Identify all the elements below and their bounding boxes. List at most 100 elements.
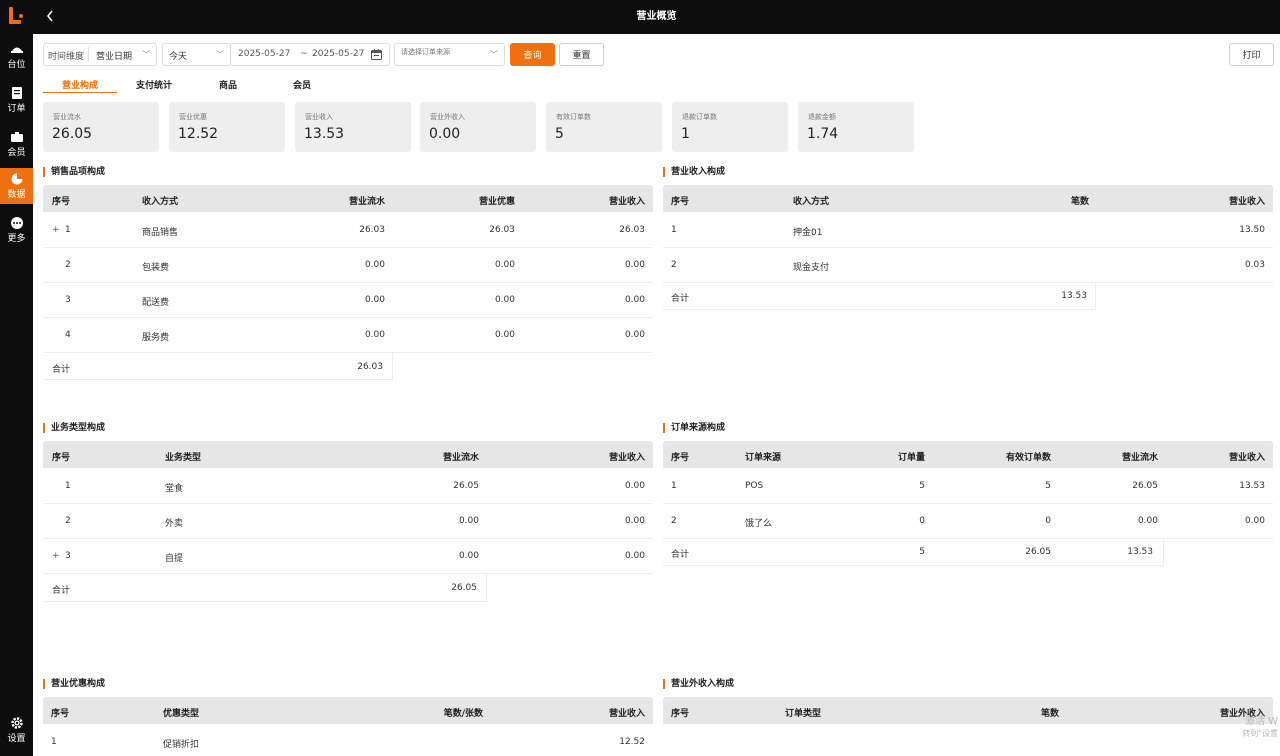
table-cell: 0 xyxy=(919,516,925,526)
column-header: 订单量 xyxy=(897,453,925,463)
sidebar-item-label: 更多 xyxy=(7,233,26,244)
kpi-value: 1.74 xyxy=(807,126,839,142)
calendar-icon xyxy=(371,49,382,63)
table-cell: 0.00 xyxy=(494,330,515,340)
column-header: 营业收入 xyxy=(1228,197,1265,207)
section-title-sales: 销售品项构成 xyxy=(43,167,105,177)
tab-business-composition[interactable]: 营业构成 xyxy=(43,78,117,93)
table-cell: 0.00 xyxy=(624,551,645,561)
date-range-picker[interactable]: 2025-05-27 ~ 2025-05-27 xyxy=(230,43,390,66)
total-value: 26.05 xyxy=(451,583,477,593)
row-divider xyxy=(43,352,653,353)
kpi-value: 13.53 xyxy=(304,126,345,142)
table-cell: 0.00 xyxy=(364,330,385,340)
sidebar-item-label: 设置 xyxy=(7,733,26,744)
reset-button[interactable]: 重置 xyxy=(559,43,604,66)
table-cell: 0.00 xyxy=(494,260,515,270)
table-cell: 5 xyxy=(1045,481,1051,491)
row-divider xyxy=(663,503,1273,504)
row-divider xyxy=(43,601,487,602)
table-cell: 26.03 xyxy=(619,225,645,235)
column-header: 笔数/张数 xyxy=(443,709,483,719)
cell-border xyxy=(392,353,393,380)
column-header: 笔数 xyxy=(1040,709,1059,719)
column-header: 营业收入 xyxy=(608,197,645,207)
date-end: 2025-05-27 xyxy=(312,49,365,59)
column-header: 营业流水 xyxy=(1121,453,1158,463)
column-header: 序号 xyxy=(52,453,71,463)
kpi-card: 营业外收入 0.00 xyxy=(420,102,536,152)
query-button[interactable]: 查询 xyxy=(510,43,555,66)
tab-payment-stats[interactable]: 支付统计 xyxy=(124,78,184,93)
kpi-value: 1 xyxy=(681,126,690,142)
sidebar-item-member[interactable]: 会员 xyxy=(0,126,33,162)
sidebar-item-data[interactable]: 数据 xyxy=(0,168,33,204)
table-cell: 0.00 xyxy=(494,295,515,305)
table-cell: 1 xyxy=(671,481,677,491)
table-cell: 1 xyxy=(51,737,57,747)
column-header: 营业流水 xyxy=(442,453,479,463)
table-header xyxy=(43,697,653,724)
table-cell: 0.00 xyxy=(624,260,645,270)
activation-watermark: 激活 W 转到"设置 xyxy=(1242,716,1278,740)
column-header: 序号 xyxy=(51,709,70,719)
column-header: 业务类型 xyxy=(165,453,202,463)
kpi-label: 营业流水 xyxy=(53,113,81,121)
table-icon xyxy=(10,43,23,55)
table-cell: 26.03 xyxy=(359,225,385,235)
brand-logo xyxy=(9,7,23,24)
table-cell: 堂食 xyxy=(165,484,184,494)
source-table: 序号 订单来源 订单量 有效订单数 营业流水 营业收入 1 POS 5 5 26… xyxy=(663,441,1273,567)
column-header: 优惠类型 xyxy=(163,709,200,719)
total-label: 合计 xyxy=(671,294,690,304)
pie-chart-icon xyxy=(11,173,23,185)
table-cell: 2 xyxy=(671,260,677,270)
total-value: 13.53 xyxy=(1061,291,1087,301)
row-divider xyxy=(663,282,1273,283)
table-cell: 4 xyxy=(65,330,71,340)
table-cell: 0.00 xyxy=(624,295,645,305)
order-source-input[interactable] xyxy=(401,48,481,56)
tab-products[interactable]: 商品 xyxy=(208,78,248,93)
range-select[interactable]: 今天 ﹀ xyxy=(162,43,231,66)
kpi-card: 营业流水 26.05 xyxy=(43,102,159,152)
expand-icon[interactable]: + xyxy=(52,551,60,561)
column-header: 营业收入 xyxy=(608,709,645,719)
cell-border xyxy=(1095,283,1096,310)
tab-members[interactable]: 会员 xyxy=(282,78,322,93)
time-dimension-select[interactable]: 时间维度 营业日期 ﹀ xyxy=(43,43,157,66)
more-icon xyxy=(10,216,23,229)
table-cell: 2 xyxy=(65,260,71,270)
sidebar-item-settings[interactable]: 设置 xyxy=(0,712,33,748)
date-separator: ~ xyxy=(300,49,308,59)
table-header xyxy=(663,185,1273,212)
member-icon xyxy=(10,131,23,143)
table-cell: 0.00 xyxy=(624,481,645,491)
row-divider xyxy=(43,317,653,318)
top-bar: 营业概览 xyxy=(33,0,1280,34)
order-source-select[interactable]: ﹀ xyxy=(394,43,505,66)
table-cell: 0.00 xyxy=(364,295,385,305)
table-cell: 2 xyxy=(65,516,71,526)
section-title-source: 订单来源构成 xyxy=(663,423,725,433)
table-cell: 商品销售 xyxy=(142,228,179,238)
table-header xyxy=(43,441,653,468)
print-button[interactable]: 打印 xyxy=(1229,43,1274,66)
discount-table: 序号 优惠类型 笔数/张数 营业收入 1 促销折扣 12.52 xyxy=(43,697,653,756)
expand-icon[interactable]: + xyxy=(52,225,60,235)
date-start: 2025-05-27 xyxy=(238,49,291,59)
total-value: 26.05 xyxy=(1025,547,1051,557)
table-cell: 0.00 xyxy=(624,516,645,526)
kpi-card: 营业优惠 12.52 xyxy=(169,102,285,152)
range-value: 今天 xyxy=(169,52,188,62)
watermark-line: 转到"设置 xyxy=(1242,729,1278,738)
sidebar-item-table[interactable]: 台位 xyxy=(0,38,33,74)
table-cell: 包装费 xyxy=(142,263,170,273)
sidebar-item-order[interactable]: 订单 xyxy=(0,82,33,118)
kpi-label: 退款金额 xyxy=(808,113,836,121)
kpi-value: 12.52 xyxy=(178,126,219,142)
sidebar-item-label: 数据 xyxy=(7,189,26,200)
row-divider xyxy=(43,247,653,248)
sidebar-item-more[interactable]: 更多 xyxy=(0,212,33,248)
table-cell: 13.50 xyxy=(1239,225,1265,235)
